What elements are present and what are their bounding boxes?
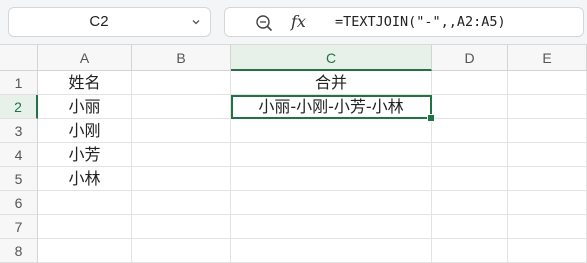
cell-a6[interactable]: [38, 191, 132, 215]
formula-toolbar: C2 fx =TEXTJOIN("-",,A2:A5): [0, 0, 587, 45]
cell-e4[interactable]: [508, 143, 587, 167]
cell-e7[interactable]: [508, 215, 587, 239]
cell-c6[interactable]: [231, 191, 432, 215]
cell-a3[interactable]: 小刚: [38, 119, 132, 143]
select-all-corner[interactable]: [0, 45, 38, 71]
row-header-7[interactable]: 7: [0, 215, 38, 239]
cell-b7[interactable]: [132, 215, 231, 239]
fill-handle[interactable]: [427, 114, 435, 122]
cell-d8[interactable]: [432, 239, 508, 263]
cell-e8[interactable]: [508, 239, 587, 263]
cell-a8[interactable]: [38, 239, 132, 263]
row-header-4[interactable]: 4: [0, 143, 38, 167]
row-header-8[interactable]: 8: [0, 239, 38, 263]
formula-input[interactable]: =TEXTJOIN("-",,A2:A5): [335, 8, 506, 36]
cell-a5[interactable]: 小林: [38, 167, 132, 191]
row-header-5[interactable]: 5: [0, 167, 38, 191]
cell-e6[interactable]: [508, 191, 587, 215]
column-header-c[interactable]: C: [231, 45, 432, 71]
name-box[interactable]: C2: [8, 7, 211, 37]
cell-d3[interactable]: [432, 119, 508, 143]
cell-e5[interactable]: [508, 167, 587, 191]
cell-b4[interactable]: [132, 143, 231, 167]
column-header-a[interactable]: A: [38, 45, 132, 71]
cell-e2[interactable]: [508, 95, 587, 119]
column-header-b[interactable]: B: [132, 45, 231, 71]
spreadsheet-grid: A B C D E 1 2 3 4 5 6 7 8 姓名 合并 小丽 小丽-小刚…: [0, 45, 587, 263]
cell-c3[interactable]: [231, 119, 432, 143]
cell-b1[interactable]: [132, 71, 231, 95]
cell-c2[interactable]: 小丽-小刚-小芳-小林: [231, 95, 432, 119]
formula-bar[interactable]: fx =TEXTJOIN("-",,A2:A5): [224, 7, 584, 37]
cell-d7[interactable]: [432, 215, 508, 239]
cell-d6[interactable]: [432, 191, 508, 215]
cell-b8[interactable]: [132, 239, 231, 263]
cell-c1[interactable]: 合并: [231, 71, 432, 95]
cell-a7[interactable]: [38, 215, 132, 239]
cell-c7[interactable]: [231, 215, 432, 239]
name-box-value[interactable]: C2: [9, 8, 189, 36]
cell-a1[interactable]: 姓名: [38, 71, 132, 95]
cell-a4[interactable]: 小芳: [38, 143, 132, 167]
column-header-e[interactable]: E: [508, 45, 587, 71]
row-header-2[interactable]: 2: [0, 95, 38, 119]
cell-b5[interactable]: [132, 167, 231, 191]
cell-c8[interactable]: [231, 239, 432, 263]
cell-d1[interactable]: [432, 71, 508, 95]
cell-d2[interactable]: [432, 95, 508, 119]
cell-b2[interactable]: [132, 95, 231, 119]
cell-b3[interactable]: [132, 119, 231, 143]
cell-a2[interactable]: 小丽: [38, 95, 132, 119]
chevron-down-icon[interactable]: [192, 18, 200, 26]
row-header-6[interactable]: 6: [0, 191, 38, 215]
cell-e3[interactable]: [508, 119, 587, 143]
cell-b6[interactable]: [132, 191, 231, 215]
cell-c4[interactable]: [231, 143, 432, 167]
row-header-3[interactable]: 3: [0, 119, 38, 143]
cell-e1[interactable]: [508, 71, 587, 95]
cell-d5[interactable]: [432, 167, 508, 191]
zoom-icon[interactable]: [255, 14, 273, 32]
cell-d4[interactable]: [432, 143, 508, 167]
row-header-1[interactable]: 1: [0, 71, 38, 95]
fx-icon[interactable]: fx: [291, 10, 306, 34]
cell-c5[interactable]: [231, 167, 432, 191]
column-header-d[interactable]: D: [432, 45, 508, 71]
